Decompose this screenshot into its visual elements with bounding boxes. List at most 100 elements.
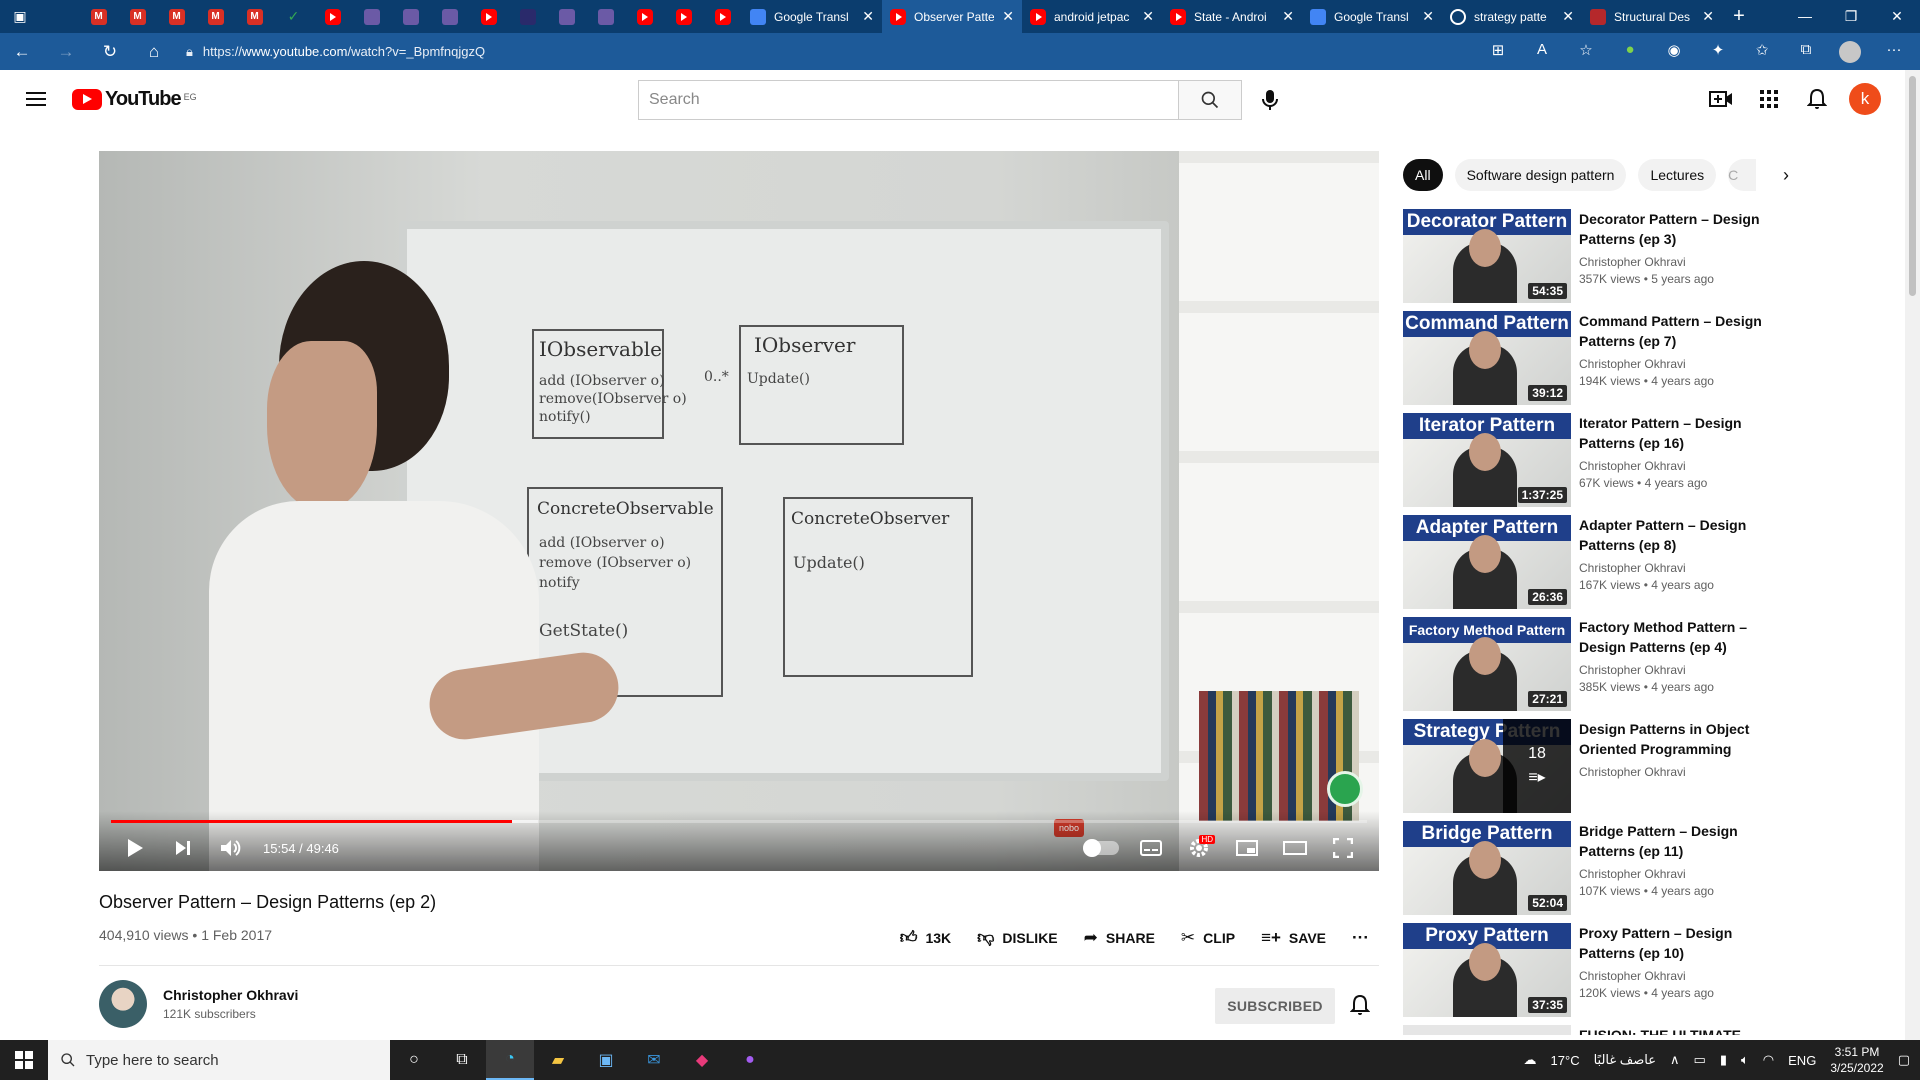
edge-browser-icon[interactable]: ◔ (486, 1040, 534, 1080)
rec-title[interactable]: FUSION: THE ULTIMATE (1579, 1025, 1789, 1035)
channel-name[interactable]: Christopher Okhravi (163, 987, 298, 1003)
reload-button[interactable]: ↻ (88, 33, 132, 70)
pinned-tab[interactable]: M (235, 0, 274, 33)
store-icon[interactable]: ▣ (582, 1040, 630, 1080)
rec-channel[interactable]: Christopher Okhravi (1579, 459, 1789, 473)
browser-tab[interactable]: android jetpac ✕ (1022, 0, 1162, 33)
browser-tab[interactable]: Structural Des ✕ (1582, 0, 1722, 33)
account-avatar[interactable]: k (1849, 83, 1881, 115)
pinned-tab[interactable] (664, 0, 703, 33)
rec-title[interactable]: Iterator Pattern – Design Patterns (ep 1… (1579, 413, 1789, 453)
favorite-star-icon[interactable]: ☆ (1564, 41, 1608, 63)
fullscreen-button[interactable] (1319, 825, 1367, 871)
task-view-icon[interactable]: ⧉ (438, 1040, 486, 1080)
pinned-tab[interactable] (547, 0, 586, 33)
video-thumbnail[interactable]: Strategy Pattern 18 ≡▸ (1403, 719, 1571, 813)
subscribed-button[interactable]: SUBSCRIBED (1215, 988, 1335, 1024)
video-thumbnail[interactable]: Iterator Pattern 1:37:25 (1403, 413, 1571, 507)
close-window-icon[interactable]: ✕ (1874, 8, 1920, 25)
back-button[interactable]: ← (0, 33, 44, 70)
url-field[interactable]: 🔒︎ https://www.youtube.com/watch?v=_Bpmf… (176, 38, 1456, 66)
extension-circle-icon[interactable]: ◉ (1652, 41, 1696, 63)
browser-menu-icon[interactable]: ··· (1872, 41, 1916, 63)
restore-icon[interactable]: ❐ (1828, 8, 1874, 25)
rec-title[interactable]: Factory Method Pattern – Design Patterns… (1579, 617, 1789, 657)
close-tab-icon[interactable]: ✕ (1422, 8, 1434, 25)
recommended-video[interactable]: Factory Method Pattern 27:21 Factory Metho… (1403, 617, 1803, 711)
channel-notifications-button[interactable] (1348, 993, 1372, 1017)
voice-search-button[interactable] (1250, 80, 1290, 120)
pinned-tab[interactable]: M (118, 0, 157, 33)
read-aloud-icon[interactable]: A (1520, 41, 1564, 63)
next-button[interactable] (159, 825, 207, 871)
settings-button[interactable]: HD (1175, 825, 1223, 871)
meet-now-icon[interactable]: ▭ (1694, 1052, 1706, 1068)
subtitles-button[interactable] (1127, 825, 1175, 871)
favorites-icon[interactable]: ✩ (1740, 41, 1784, 63)
recommended-video[interactable]: Strategy Pattern 18 ≡▸ Design Patterns in O… (1403, 719, 1803, 813)
extensions-puzzle-icon[interactable]: ✦ (1696, 41, 1740, 63)
close-tab-icon[interactable]: ✕ (1702, 8, 1714, 25)
pinned-tab[interactable] (703, 0, 742, 33)
youtube-logo[interactable]: YouTube EG (72, 88, 197, 111)
browser-tab[interactable]: Google Transl ✕ (742, 0, 882, 33)
recommended-video[interactable]: Iterator Pattern 1:37:25 Iterator Pattern … (1403, 413, 1803, 507)
share-button[interactable]: ➦ SHARE (1074, 924, 1165, 952)
pinned-tab[interactable] (586, 0, 625, 33)
recommended-video[interactable]: Bridge Pattern 52:04 Bridge Pattern – Desi… (1403, 821, 1803, 915)
new-tab-button[interactable]: + (1722, 5, 1756, 28)
home-button[interactable]: ⌂ (132, 33, 176, 70)
rec-title[interactable]: Command Pattern – Design Patterns (ep 7) (1579, 311, 1789, 351)
browser-tab[interactable]: Google Transl ✕ (1302, 0, 1442, 33)
pinned-tab[interactable] (430, 0, 469, 33)
notifications-button[interactable] (1793, 79, 1841, 119)
wifi-icon[interactable]: ◠ (1763, 1052, 1774, 1068)
mail-icon[interactable]: ✉ (630, 1040, 678, 1080)
battery-icon[interactable]: ▮ (1720, 1052, 1727, 1068)
video-thumbnail[interactable] (1403, 1025, 1571, 1035)
rec-title[interactable]: Decorator Pattern – Design Patterns (ep … (1579, 209, 1789, 249)
recommended-video[interactable]: FUSION: THE ULTIMATE (1403, 1025, 1803, 1035)
cortana-icon[interactable]: ○ (390, 1040, 438, 1080)
volume-button[interactable] (207, 825, 255, 871)
rec-channel[interactable]: Christopher Okhravi (1579, 255, 1789, 269)
rec-title[interactable]: Design Patterns in Object Oriented Progr… (1579, 719, 1789, 759)
browser-tab[interactable]: Observer Patte ✕ (882, 0, 1022, 33)
scrollbar-thumb[interactable] (1909, 76, 1916, 296)
more-actions-button[interactable]: ··· (1342, 924, 1379, 952)
pinned-tab[interactable]: ✓ (274, 0, 313, 33)
weather-icon[interactable]: ☁ (1524, 1052, 1537, 1068)
recommended-video[interactable]: Proxy Pattern 37:35 Proxy Pattern – Design… (1403, 923, 1803, 1017)
rec-title[interactable]: Proxy Pattern – Design Patterns (ep 10) (1579, 923, 1789, 963)
filter-chip[interactable]: C (1728, 159, 1757, 191)
recommended-video[interactable]: Decorator Pattern 54:35 Decorator Pattern … (1403, 209, 1803, 303)
video-thumbnail[interactable]: Proxy Pattern 37:35 (1403, 923, 1571, 1017)
rec-channel[interactable]: Christopher Okhravi (1579, 357, 1789, 371)
close-tab-icon[interactable]: ✕ (1142, 8, 1154, 25)
rec-channel[interactable]: Christopher Okhravi (1579, 561, 1789, 575)
forward-button[interactable]: → (44, 33, 88, 70)
menu-icon[interactable] (0, 98, 72, 100)
apps-button[interactable] (1745, 79, 1793, 119)
speaker-icon[interactable]: 🔈︎ (1741, 1052, 1749, 1068)
minimize-icon[interactable]: — (1782, 8, 1828, 25)
notification-center-icon[interactable]: ▢ (1898, 1052, 1910, 1068)
channel-avatar[interactable] (99, 980, 147, 1028)
pinned-tab[interactable]: M (157, 0, 196, 33)
extension-grammarly-icon[interactable]: ● (1608, 41, 1652, 63)
browser-tab[interactable]: strategy patte ✕ (1442, 0, 1582, 33)
pinned-tab[interactable]: M (196, 0, 235, 33)
play-button[interactable] (111, 825, 159, 871)
file-explorer-icon[interactable]: ▰ (534, 1040, 582, 1080)
filter-chip[interactable]: Lectures (1638, 159, 1717, 191)
recommended-video[interactable]: Command Pattern 39:12 Command Pattern – De… (1403, 311, 1803, 405)
dislike-button[interactable]: 👎︎ DISLIKE (967, 923, 1068, 952)
pinned-tab[interactable] (352, 0, 391, 33)
rec-channel[interactable]: Christopher Okhravi (1579, 765, 1789, 779)
pinned-tab[interactable] (313, 0, 352, 33)
like-button[interactable]: 👍︎ 13K (890, 923, 961, 952)
video-thumbnail[interactable]: Command Pattern 39:12 (1403, 311, 1571, 405)
pinned-tab[interactable] (469, 0, 508, 33)
page-scrollbar[interactable] (1905, 70, 1920, 1040)
progress-bar[interactable] (111, 820, 1367, 823)
